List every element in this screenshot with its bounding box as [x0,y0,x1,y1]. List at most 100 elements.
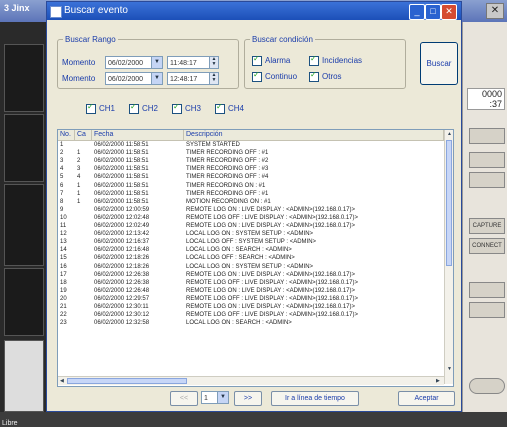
table-row[interactable]: 14 06/02/2000 12:16:48 LOCAL LOG ON : SEAR… [58,246,444,254]
row-description: REMOTE LOG ON : LIVE DISPLAY : <ADMIN>(1… [186,304,356,310]
from-date-picker[interactable]: 06/02/2000 ▼ [105,56,163,69]
camera-tile[interactable] [4,114,44,182]
channel-1-checkbox[interactable]: CH1 [86,102,115,114]
table-row[interactable]: 1 06/02/2000 11:58:51 SYSTEM STARTED [58,141,444,149]
table-row[interactable]: 16 06/02/2000 12:18:26 LOCAL LOG ON : SYST… [58,263,444,271]
table-row[interactable]: 23 06/02/2000 12:32:58 LOCAL LOG ON : SEAR… [58,319,444,327]
time-spinner-icon[interactable]: ▲ ▼ [209,73,218,84]
chevron-down-icon[interactable]: ▼ [151,57,162,68]
row-number: 3 [60,158,64,165]
channel-2-checkbox[interactable]: CH2 [129,102,158,114]
column-header-number[interactable]: No. [58,130,75,140]
from-time-field[interactable]: 11:48:17 ▲ ▼ [167,56,219,69]
column-header-date[interactable]: Fecha [92,130,184,140]
next-page-button[interactable]: >> [234,391,262,406]
background-panel-button[interactable] [469,282,505,298]
scroll-right-icon[interactable]: ▶ [436,378,440,384]
scroll-up-icon[interactable]: ▲ [447,131,452,137]
alarm-checkbox[interactable]: Alarma [252,54,290,66]
table-row[interactable]: 13 06/02/2000 12:16:37 LOCAL LOG OFF : SYS… [58,238,444,246]
to-label: Momento [62,74,96,83]
table-row[interactable]: 12 06/02/2000 12:13:42 LOCAL LOG ON : SYST… [58,230,444,238]
row-description: LOCAL LOG ON : SEARCH : <ADMIN> [186,247,292,254]
continuous-checkbox[interactable]: Continuo [252,70,297,82]
channel-4-checkbox[interactable]: CH4 [215,102,244,114]
table-row[interactable]: 2 1 06/02/2000 11:58:51 TIMER RECORDING OFF… [58,149,444,157]
to-time-value: 12:48:17 [170,76,198,83]
row-channel: 1 [77,150,81,157]
table-row[interactable]: 17 06/02/2000 12:26:38 REMOTE LOG ON : LIV… [58,271,444,279]
search-button[interactable]: Buscar [420,42,458,85]
capture-button[interactable]: CAPTURE [469,218,505,234]
row-description: LOCAL LOG OFF : SEARCH : <ADMIN> [186,255,295,262]
layout-grid-icon[interactable] [4,340,44,412]
event-list-table[interactable]: No. Ca Fecha Descripción 1 06/02/2000 11:… [57,129,454,387]
vertical-scrollbar[interactable]: ▲ ▼ [444,130,453,384]
column-header-channel[interactable]: Ca [75,130,92,140]
table-row[interactable]: 5 4 06/02/2000 11:58:51 TIMER RECORDING OFF… [58,173,444,181]
row-number: 17 [60,271,67,278]
table-row[interactable]: 8 1 06/02/2000 11:58:51 MOTION RECORDING ON… [58,198,444,206]
row-date: 06/02/2000 12:32:58 [94,320,150,327]
scroll-left-icon[interactable]: ◀ [60,378,64,384]
background-panel-button[interactable] [469,172,505,188]
others-checkbox[interactable]: Otros [309,70,342,82]
camera-tile[interactable] [4,268,44,336]
row-date: 06/02/2000 12:26:48 [94,287,150,294]
row-description: REMOTE LOG ON : LIVE DISPLAY : <ADMIN>(1… [186,206,356,213]
table-row[interactable]: 19 06/02/2000 12:26:48 REMOTE LOG ON : LIV… [58,287,444,295]
row-date: 06/02/2000 11:58:51 [94,198,149,205]
background-panel-button[interactable] [469,152,505,168]
vertical-scroll-thumb[interactable] [446,140,452,266]
to-date-picker[interactable]: 06/02/2000 ▼ [105,72,163,85]
previous-page-button[interactable]: << [170,391,198,406]
goto-timeline-button[interactable]: Ir a línea de tiempo [271,391,359,406]
to-time-field[interactable]: 12:48:17 ▲ ▼ [167,72,219,85]
column-header-description[interactable]: Descripción [184,130,444,140]
table-row[interactable]: 3 2 06/02/2000 11:58:51 TIMER RECORDING OFF… [58,157,444,165]
table-row[interactable]: 21 06/02/2000 12:30:11 REMOTE LOG ON : LIV… [58,303,444,311]
table-row[interactable]: 22 06/02/2000 12:30:12 REMOTE LOG OFF : LI… [58,311,444,319]
window-icon [50,6,62,18]
minimize-icon[interactable]: _ [409,4,425,20]
channel-3-checkbox[interactable]: CH3 [172,102,201,114]
table-row[interactable]: 11 06/02/2000 12:02:49 REMOTE LOG ON : LIV… [58,222,444,230]
page-select[interactable]: 1 ▼ [201,391,229,404]
scroll-down-icon[interactable]: ▼ [447,366,452,372]
time-spinner-icon[interactable]: ▲ ▼ [209,57,218,68]
row-description: LOCAL LOG ON : SYSTEM SETUP : <ADMIN> [186,263,314,270]
accept-button[interactable]: Aceptar [398,391,455,406]
row-description: REMOTE LOG ON : LIVE DISPLAY : <ADMIN>(1… [186,223,356,229]
row-date: 06/02/2000 12:30:12 [94,312,150,319]
background-play-icon[interactable] [469,378,505,394]
row-description: TIMER RECORDING OFF : #3 [186,166,269,173]
dialog-title-bar: Buscar evento _ □ ✕ [47,2,461,20]
maximize-icon[interactable]: □ [425,4,441,20]
camera-tile[interactable] [4,184,44,266]
incidents-checkbox[interactable]: Incidencias [309,54,362,66]
table-row[interactable]: 20 06/02/2000 12:29:57 REMOTE LOG OFF : LI… [58,295,444,303]
background-panel-button[interactable] [469,128,505,144]
background-panel-button[interactable] [469,302,505,318]
table-row[interactable]: 10 06/02/2000 12:02:48 REMOTE LOG OFF : LI… [58,214,444,222]
connect-button[interactable]: CONNECT [469,238,505,254]
table-row[interactable]: 9 06/02/2000 12:00:59 REMOTE LOG ON : LIVE… [58,206,444,214]
row-number: 23 [60,320,67,327]
close-icon[interactable]: ✕ [441,4,457,20]
chevron-down-icon[interactable]: ▼ [217,392,228,403]
background-close-icon[interactable]: ✕ [486,3,504,19]
row-description: TIMER RECORDING OFF : #4 [186,174,269,181]
chevron-down-icon[interactable]: ▼ [151,73,162,84]
table-row[interactable]: 18 06/02/2000 12:26:38 REMOTE LOG OFF : LI… [58,279,444,287]
background-control-panel: 0000 :37 CAPTURE CONNECT [462,22,507,412]
horizontal-scrollbar[interactable]: ◀ ▶ [58,376,444,385]
page-value: 1 [204,395,208,402]
horizontal-scroll-thumb[interactable] [67,378,187,384]
table-row[interactable]: 7 1 06/02/2000 11:58:51 TIMER RECORDING OFF… [58,190,444,198]
row-date: 06/02/2000 11:58:51 [94,190,149,197]
camera-tile[interactable] [4,44,44,112]
row-date: 06/02/2000 11:58:51 [94,142,149,148]
table-row[interactable]: 6 1 06/02/2000 11:58:51 TIMER RECORDING ON … [58,182,444,190]
table-row[interactable]: 4 3 06/02/2000 11:58:51 TIMER RECORDING OFF… [58,165,444,173]
table-row[interactable]: 15 06/02/2000 12:18:26 LOCAL LOG OFF : SEA… [58,254,444,262]
